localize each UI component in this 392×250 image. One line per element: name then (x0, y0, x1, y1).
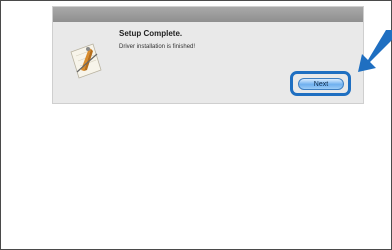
installer-app-icon (70, 43, 102, 79)
dialog-heading: Setup Complete. (119, 29, 183, 38)
arrow-pointer-icon (358, 30, 392, 72)
dialog-message: Driver installation is finished! (119, 44, 196, 50)
setup-dialog: Setup Complete. Driver installation is f… (52, 6, 364, 104)
dialog-titlebar (53, 7, 363, 22)
next-button[interactable]: Next (298, 78, 344, 90)
